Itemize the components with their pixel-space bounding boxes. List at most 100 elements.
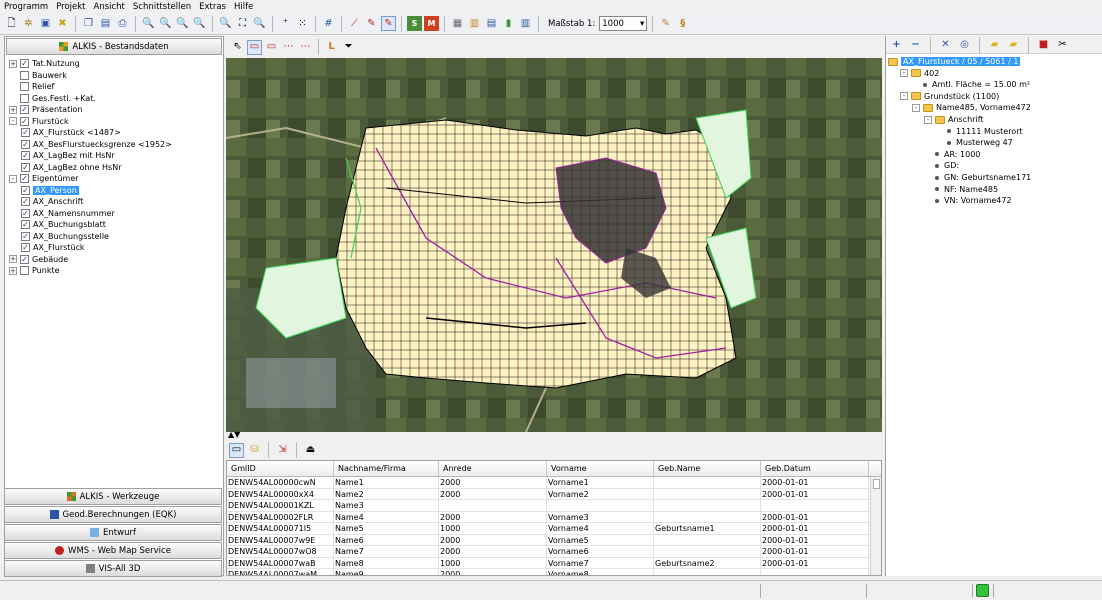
grid-points-icon[interactable]: ⁙ — [295, 16, 310, 31]
checkbox[interactable]: ✓ — [21, 128, 30, 137]
checkbox[interactable] — [20, 93, 29, 103]
section-icon[interactable]: § — [675, 16, 690, 31]
tree-item[interactable]: ✓ AX_BesFlurstuecksgrenze <1952> — [21, 139, 172, 150]
tree-item[interactable]: ✓ AX_Buchungsstelle — [21, 231, 109, 242]
minus-icon[interactable]: − — [908, 37, 923, 52]
expand-icon[interactable] — [9, 71, 17, 79]
checkbox[interactable]: ✓ — [21, 220, 30, 229]
panel-button-3[interactable]: WMS - Web Map Service — [4, 542, 222, 559]
folder-tree-icon[interactable]: ▰ — [1006, 37, 1021, 52]
tree-item[interactable]: + ✓ Gebäude — [9, 254, 68, 265]
checkbox[interactable] — [20, 266, 29, 275]
target-icon[interactable]: ◎ — [957, 37, 972, 52]
export-table-icon[interactable]: ⏏ — [303, 443, 318, 458]
zoom-previous-icon[interactable]: 🔍 — [218, 16, 233, 31]
checkbox[interactable]: ✓ — [20, 254, 29, 264]
tree-item[interactable]: ✓ AX_Flurstück <1487> — [21, 127, 121, 138]
object-tree-item[interactable]: NF: Name485 — [924, 184, 998, 195]
checkbox[interactable]: ✓ — [20, 59, 29, 68]
zoom-window-icon[interactable]: 🔍 — [192, 16, 207, 31]
tree-item[interactable]: - ✓ Flurstück — [9, 116, 69, 127]
zoom-icon[interactable]: 🔍 — [141, 16, 156, 31]
object-tree-item[interactable]: - 402 — [900, 68, 939, 79]
list-icon[interactable]: ▤ — [484, 16, 499, 31]
tree-item[interactable]: ✓ AX_Anschrift — [21, 196, 83, 207]
menu-item-0[interactable]: Programm — [0, 2, 52, 12]
menu-item-4[interactable]: Extras — [195, 2, 230, 12]
object-tree-item[interactable]: - Name485, Vorname472 — [912, 102, 1031, 113]
tree-item[interactable]: Ges.Festl. +Kat. — [9, 93, 96, 104]
color-icon[interactable]: ■ — [1036, 37, 1051, 52]
settings-icon[interactable]: ✲ — [21, 16, 36, 31]
column-header[interactable]: GmlID — [227, 461, 334, 476]
checkbox[interactable]: ✓ — [21, 185, 30, 195]
snap-point-icon[interactable]: ⁺ — [278, 16, 293, 31]
select-rect-icon[interactable]: ▭ — [247, 39, 262, 55]
edit-active-icon[interactable]: ✎ — [381, 16, 396, 31]
collapse-icon[interactable]: - — [912, 103, 920, 112]
table-icon[interactable]: ▦ — [450, 16, 465, 31]
table-row[interactable]: DENW54AL00007w9E Name6 2000 Vorname5 2000-01… — [227, 534, 881, 546]
checkbox[interactable]: ✓ — [21, 208, 30, 218]
print-icon[interactable]: ⎙ — [115, 16, 130, 31]
expand-icon[interactable] — [9, 94, 17, 102]
filter-icon[interactable]: ⏷ — [341, 40, 356, 55]
folder-icon[interactable]: ▰ — [987, 37, 1002, 52]
table-row[interactable]: DENW54AL00001KZL Name3 — [227, 500, 881, 512]
column-header[interactable]: Nachname/Firma — [334, 461, 439, 476]
object-tree-item[interactable]: GN: Geburtsname171 — [924, 172, 1031, 183]
table-row[interactable]: DENW54AL00000cwN Name1 2000 Vorname1 2000-01… — [227, 477, 881, 489]
table-row[interactable]: DENW54AL00007waB Name8 1000 Vorname7 Geburts… — [227, 557, 881, 569]
collapse-icon[interactable]: - — [924, 115, 932, 124]
table-row[interactable]: DENW54AL00000xX4 Name2 2000 Vorname2 2000-01… — [227, 488, 881, 500]
expand-icon[interactable]: + — [9, 266, 17, 275]
new-file-icon[interactable]: 🗋 — [4, 16, 19, 31]
table-view-icon[interactable]: ▭ — [229, 442, 244, 458]
checkbox[interactable]: ✓ — [21, 197, 30, 206]
tree-item[interactable]: Relief — [9, 81, 54, 92]
table-row[interactable]: DENW54AL000071I5 Name5 1000 Vorname4 Geburts… — [227, 523, 881, 535]
zoom-extent-icon[interactable]: ⛶ — [235, 16, 250, 31]
tree-item[interactable]: ✓ AX_Buchungsblatt — [21, 219, 106, 230]
edit-icon[interactable]: ✎ — [364, 16, 379, 31]
menu-item-2[interactable]: Ansicht — [90, 2, 129, 12]
grid-icon[interactable]: # — [321, 16, 336, 31]
layer-m-icon[interactable]: M — [424, 16, 439, 31]
object-tree-item[interactable]: AR: 1000 — [924, 149, 980, 160]
checkbox[interactable]: ✓ — [20, 105, 29, 114]
column-header[interactable]: Vorname — [547, 461, 654, 476]
column-header[interactable]: Anrede — [439, 461, 547, 476]
checkbox[interactable]: ✓ — [21, 139, 30, 149]
tree-item[interactable]: ✓ AX_LagBez ohne HsNr — [21, 162, 122, 173]
save-icon[interactable]: ▣ — [38, 16, 53, 31]
collapse-arrow-icon[interactable]: ▲▼ — [228, 430, 240, 439]
export-icon[interactable]: ▤ — [98, 16, 113, 31]
map-canvas[interactable] — [226, 58, 882, 432]
select-line-icon[interactable]: ⋯ — [298, 40, 313, 55]
highlight-icon[interactable]: ⇲ — [275, 443, 290, 458]
menu-item-1[interactable]: Projekt — [52, 2, 89, 12]
measure-icon[interactable]: ⟋ — [347, 16, 362, 31]
tree-item[interactable]: Bauwerk — [9, 70, 67, 81]
tree-item[interactable]: ✓ AX_Person — [21, 185, 79, 196]
checkbox[interactable] — [20, 70, 29, 80]
checkbox[interactable]: ✓ — [21, 231, 30, 241]
column-header[interactable]: Geb.Datum — [761, 461, 869, 476]
tree-item[interactable]: + ✓ Tat.Nutzung — [9, 58, 80, 69]
collapse-icon[interactable]: - — [9, 174, 17, 183]
layer-s-icon[interactable]: S — [407, 16, 422, 31]
expand-icon[interactable]: + — [9, 255, 17, 263]
tool-icon[interactable]: ✂ — [1055, 37, 1070, 52]
menu-item-5[interactable]: Hilfe — [230, 2, 257, 12]
collapse-icon[interactable]: - — [900, 69, 908, 78]
checkbox[interactable]: ✓ — [21, 162, 30, 172]
legend-icon[interactable]: L — [324, 40, 339, 55]
chart-icon[interactable]: ▥ — [467, 16, 482, 31]
menu-item-3[interactable]: Schnittstellen — [129, 2, 195, 12]
copy-icon[interactable]: ❐ — [81, 16, 96, 31]
object-tree-item[interactable]: Musterweg 47 — [936, 137, 1013, 148]
stats-icon[interactable]: ▥ — [518, 16, 533, 31]
bars-icon[interactable]: ▮ — [501, 16, 516, 31]
object-tree-item[interactable]: AX_Flurstueck / 05 / 5061 / 1 — [888, 56, 1021, 67]
expand-icon[interactable]: + — [9, 105, 17, 114]
